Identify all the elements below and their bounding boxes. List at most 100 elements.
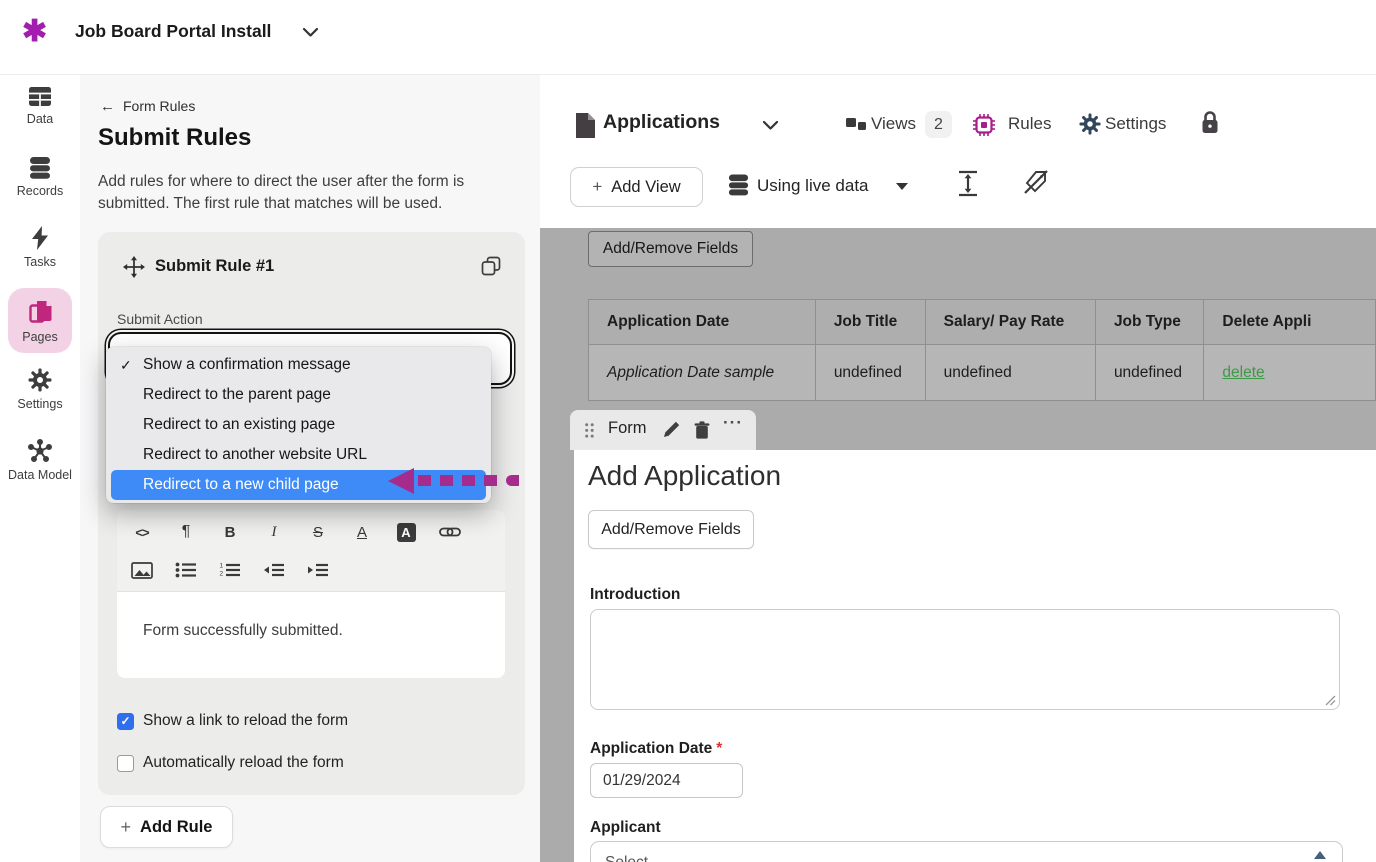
checkbox-label: Show a link to reload the form (143, 712, 348, 730)
table-icon (28, 86, 52, 107)
strikethrough-icon[interactable]: S (306, 520, 330, 544)
more-options-icon[interactable]: ··· (723, 413, 743, 433)
menu-option-confirmation[interactable]: ✓ Show a confirmation message (106, 350, 491, 380)
column-header[interactable]: Application Date (589, 300, 816, 345)
live-app-preview: Add/Remove Fields Application Date Job T… (540, 228, 1376, 862)
panel-title: Submit Rules (98, 124, 251, 152)
lightning-icon (30, 226, 50, 250)
sidebar-item-tasks[interactable]: Tasks (0, 226, 80, 269)
confirmation-message-editor: <> ¶ B I S A A (117, 510, 505, 678)
table-row: Application Date sample undefined undefi… (589, 345, 1376, 401)
italic-icon[interactable]: I (262, 520, 286, 544)
form-tab-label: Form (608, 419, 647, 438)
back-to-form-rules-link[interactable]: ←Form Rules (100, 98, 195, 115)
column-header[interactable]: Job Type (1095, 300, 1203, 345)
lock-icon[interactable] (1201, 110, 1219, 134)
editor-content[interactable]: Form successfully submitted. (117, 592, 505, 678)
sidebar-item-label: Tasks (24, 255, 56, 269)
column-header[interactable]: Delete Appli (1204, 300, 1376, 345)
menu-option-existing-page[interactable]: Redirect to an existing page (106, 410, 491, 440)
sidebar-item-data[interactable]: Data (0, 86, 80, 126)
page-title[interactable]: Applications (603, 111, 720, 134)
application-date-input[interactable]: 01/29/2024 (590, 763, 743, 798)
sidebar: Data Records Tasks Pages Settings (0, 75, 80, 862)
form-preview: Add Application Add/Remove Fields Introd… (574, 450, 1376, 862)
tab-settings[interactable]: Settings (1105, 114, 1166, 134)
rule-title: Submit Rule #1 (155, 257, 274, 276)
delete-record-link[interactable]: delete (1222, 364, 1264, 381)
app-logo-asterisk-icon[interactable]: ✱ (22, 14, 47, 49)
applicant-label: Applicant (590, 819, 661, 837)
add-view-button[interactable]: + Add View (570, 167, 703, 207)
numbered-list-icon[interactable]: 12 (218, 558, 242, 582)
select-placeholder: Select (605, 854, 648, 862)
reload-link-checkbox[interactable]: ✓ (117, 713, 134, 730)
table-add-remove-fields-button[interactable]: Add/Remove Fields (588, 231, 753, 267)
menu-option-website-url[interactable]: Redirect to another website URL (106, 440, 491, 470)
move-icon[interactable] (123, 256, 145, 278)
row-height-icon[interactable] (957, 170, 979, 197)
table-cell: undefined (815, 345, 925, 401)
sidebar-item-label: Settings (17, 397, 62, 411)
sidebar-item-label: Data Model (8, 468, 72, 482)
menu-option-new-child-page[interactable]: Redirect to a new child page (111, 470, 486, 500)
outdent-icon[interactable] (262, 558, 286, 582)
confirmation-message-text: Form successfully submitted. (143, 622, 343, 640)
submit-rules-panel: ←Form Rules Submit Rules Add rules for w… (80, 75, 540, 862)
editor-toolbar: <> ¶ B I S A A (117, 510, 505, 592)
pages-icon (27, 298, 54, 325)
live-data-dropdown[interactable]: Using live data (757, 176, 869, 196)
table-cell: undefined (925, 345, 1095, 401)
sidebar-item-label: Pages (22, 330, 57, 344)
screen: ✱ Job Board Portal Install Data Records … (0, 0, 1376, 862)
tab-rules[interactable]: Rules (1008, 114, 1051, 134)
duplicate-rule-icon[interactable] (481, 256, 501, 276)
column-header[interactable]: Salary/ Pay Rate (925, 300, 1095, 345)
tab-views[interactable]: Views (871, 114, 916, 134)
network-icon (27, 439, 53, 463)
edit-pencil-icon[interactable] (663, 421, 680, 438)
introduction-textarea[interactable] (590, 609, 1340, 710)
rules-chip-icon (972, 113, 996, 137)
applications-preview-table: Application Date Job Title Salary/ Pay R… (588, 299, 1376, 401)
app-title[interactable]: Job Board Portal Install (75, 21, 271, 42)
link-icon[interactable] (438, 520, 462, 544)
table-cell: delete (1204, 345, 1376, 401)
sidebar-item-label: Records (17, 184, 64, 198)
auto-reload-checkbox[interactable] (117, 755, 134, 772)
menu-option-parent-page[interactable]: Redirect to the parent page (106, 380, 491, 410)
caret-down-icon[interactable] (896, 183, 908, 190)
sidebar-item-records[interactable]: Records (0, 157, 80, 198)
column-header[interactable]: Job Title (815, 300, 925, 345)
sidebar-item-label: Data (27, 112, 53, 126)
plus-icon: + (592, 177, 602, 197)
paragraph-icon[interactable]: ¶ (174, 520, 198, 544)
svg-text:2: 2 (220, 571, 224, 578)
image-icon[interactable] (130, 558, 154, 582)
code-view-icon[interactable]: <> (130, 520, 154, 544)
sidebar-item-pages[interactable]: Pages (8, 288, 72, 353)
applicant-select[interactable]: Select (590, 841, 1343, 862)
delete-trash-icon[interactable] (694, 421, 710, 439)
text-color-icon[interactable]: A (394, 520, 418, 544)
form-add-remove-fields-button[interactable]: Add/Remove Fields (588, 510, 754, 549)
chevron-down-icon[interactable] (302, 27, 319, 38)
sidebar-item-settings[interactable]: Settings (0, 368, 80, 411)
bold-icon[interactable]: B (218, 520, 242, 544)
resize-handle-icon[interactable] (1325, 695, 1336, 706)
views-icon (845, 116, 867, 134)
underline-icon[interactable]: A (350, 520, 374, 544)
gear-icon (28, 368, 52, 392)
settings-gear-icon (1079, 113, 1101, 135)
indent-icon[interactable] (306, 558, 330, 582)
checkbox-label: Automatically reload the form (143, 754, 344, 772)
drag-handle-icon[interactable] (584, 422, 595, 439)
bullet-list-icon[interactable] (174, 558, 198, 582)
plus-icon: + (121, 817, 132, 838)
form-view-tab[interactable]: Form ··· (570, 410, 756, 450)
required-asterisk: * (716, 740, 722, 757)
add-rule-button[interactable]: + Add Rule (100, 806, 233, 848)
chevron-down-icon[interactable] (762, 120, 779, 131)
hide-labels-tag-slash-icon[interactable] (1022, 169, 1050, 196)
sidebar-item-data-model[interactable]: Data Model (0, 439, 80, 482)
